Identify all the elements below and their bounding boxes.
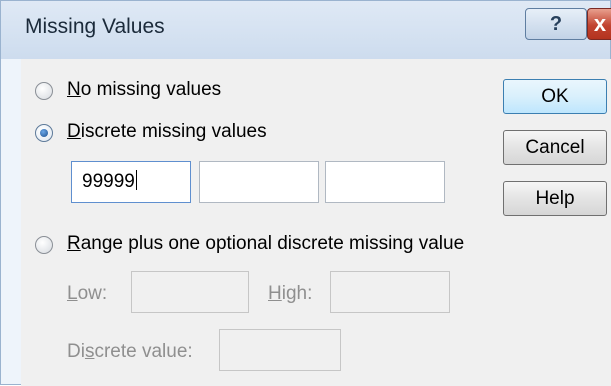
label-text: ow: <box>77 283 108 304</box>
dialog-content: No missing values Discrete missing value… <box>21 59 611 386</box>
mnemonic: D <box>67 121 81 142</box>
cancel-button[interactable]: Cancel <box>503 130 607 165</box>
no-missing-values-radio[interactable] <box>35 82 53 100</box>
mnemonic: R <box>67 233 81 254</box>
high-label: High: <box>268 283 312 305</box>
titlebar-help-button[interactable]: ? <box>525 8 587 40</box>
label-text: igh: <box>281 283 313 304</box>
close-icon: x <box>593 11 607 36</box>
missing-values-dialog: Missing Values ? x No missing values Dis… <box>0 0 611 386</box>
no-missing-values-label[interactable]: No missing values <box>67 79 221 101</box>
label-text: Di <box>67 341 85 362</box>
label-text: crete value: <box>94 341 193 362</box>
discrete-value-3-input[interactable] <box>325 161 445 203</box>
mnemonic: L <box>67 283 78 304</box>
mnemonic: N <box>67 79 81 100</box>
label-text: iscrete missing values <box>80 121 267 142</box>
high-input[interactable] <box>330 271 450 313</box>
radio-selected-dot <box>40 129 48 137</box>
discrete-missing-values-radio[interactable] <box>35 124 53 142</box>
mnemonic: H <box>268 283 282 304</box>
discrete-value-1-input[interactable]: 99999 <box>71 161 191 203</box>
input-value: 99999 <box>82 171 135 192</box>
low-input[interactable] <box>131 271 249 313</box>
discrete-value-input[interactable] <box>219 329 341 371</box>
low-label: Low: <box>67 283 107 305</box>
question-mark-icon: ? <box>549 12 563 35</box>
text-caret <box>135 170 137 190</box>
label-text: o missing values <box>80 79 222 100</box>
title-bar[interactable]: Missing Values ? x <box>1 1 611 59</box>
discrete-missing-values-label[interactable]: Discrete missing values <box>67 121 267 143</box>
titlebar-close-button[interactable]: x <box>587 8 611 40</box>
discrete-value-2-input[interactable] <box>199 161 319 203</box>
dialog-title: Missing Values <box>25 15 165 38</box>
help-button[interactable]: Help <box>503 181 607 216</box>
label-text: ange plus one optional discrete missing … <box>80 233 465 254</box>
discrete-value-label: Discrete value: <box>67 341 193 363</box>
ok-button[interactable]: OK <box>503 79 607 114</box>
range-missing-values-radio[interactable] <box>35 236 53 254</box>
range-missing-values-label[interactable]: Range plus one optional discrete missing… <box>67 233 464 255</box>
